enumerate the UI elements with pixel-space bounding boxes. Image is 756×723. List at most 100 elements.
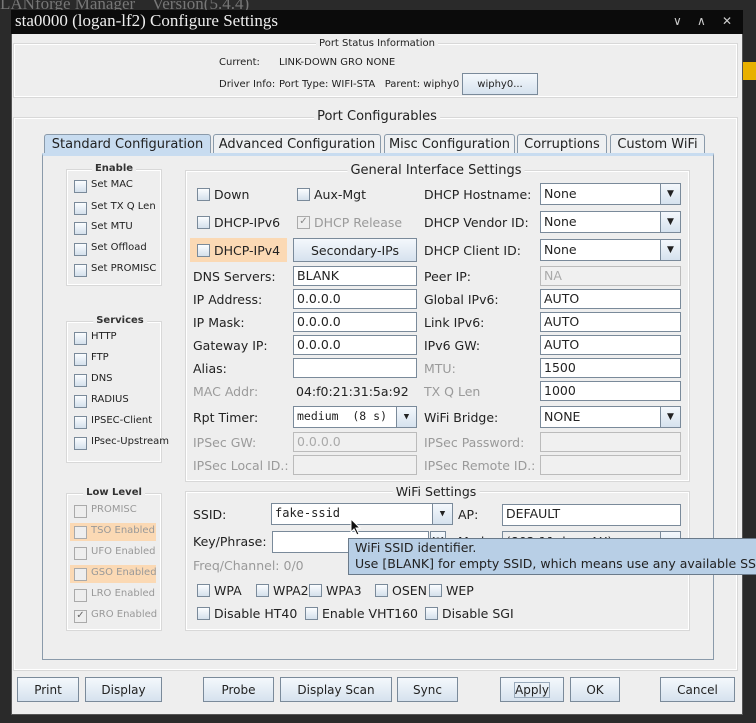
ipsec-client-label: IPSEC-Client <box>91 415 153 426</box>
dhcp-hostname-combo[interactable]: None ▼ <box>540 183 681 205</box>
set-mac-checkbox[interactable] <box>74 180 87 193</box>
sync-label: Sync <box>413 682 442 697</box>
ftp-checkbox[interactable] <box>74 353 87 366</box>
probe-label: Probe <box>221 682 256 697</box>
wpa-checkbox[interactable] <box>197 584 210 597</box>
ok-button[interactable]: OK <box>570 677 620 702</box>
wpa3-checkbox[interactable] <box>309 584 322 597</box>
wpa3-label: WPA3 <box>326 583 362 598</box>
radius-label: RADIUS <box>91 394 129 405</box>
http-checkbox[interactable] <box>74 332 87 345</box>
down-label: Down <box>214 187 250 202</box>
probe-button[interactable]: Probe <box>203 677 274 702</box>
gso-enabled-checkbox[interactable] <box>74 568 87 581</box>
ip-field[interactable]: 0.0.0.0 <box>293 289 417 309</box>
mask-label: IP Mask: <box>193 315 245 330</box>
dhcp-release-checkbox[interactable]: ✓ <box>297 216 310 229</box>
title-bar[interactable]: sta0000 (logan-lf2) Configure Settings <box>11 10 743 34</box>
display-button[interactable]: Display <box>85 677 162 702</box>
tab-custom-wifi[interactable]: Custom WiFi <box>610 134 705 153</box>
chevron-down-icon[interactable]: ▼ <box>396 407 416 427</box>
down-checkbox[interactable] <box>197 188 210 201</box>
set-tx-q-len-label: Set TX Q Len <box>91 201 156 212</box>
ipv6-gw-field[interactable]: AUTO <box>540 335 681 355</box>
driver-info-value: Port Type: WIFI-STA Parent: wiphy0 <box>279 79 460 90</box>
aux-mgt-checkbox[interactable] <box>297 188 310 201</box>
wep-checkbox[interactable] <box>429 584 442 597</box>
ipsec-client-checkbox[interactable] <box>74 416 87 429</box>
disable-sgi-checkbox[interactable] <box>425 607 438 620</box>
background-app-badge <box>743 62 756 80</box>
dhcp-vendor-label: DHCP Vendor ID: <box>424 215 529 230</box>
chevron-down-icon[interactable]: ▼ <box>660 407 680 427</box>
dhcp-ipv6-checkbox[interactable] <box>197 216 210 229</box>
bridge-combo[interactable]: NONE ▼ <box>540 406 681 428</box>
cancel-label: Cancel <box>677 682 718 697</box>
promisc-checkbox[interactable] <box>74 505 87 518</box>
mtu-field[interactable]: 1500 <box>540 358 681 378</box>
gso-enabled-label: GSO Enabled <box>91 567 157 578</box>
cancel-button[interactable]: Cancel <box>660 677 735 702</box>
lro-enabled-checkbox[interactable] <box>74 589 87 602</box>
wpa2-checkbox[interactable] <box>256 584 269 597</box>
set-mtu-checkbox[interactable] <box>74 222 87 235</box>
ipsec-remote-field <box>540 455 681 475</box>
close-icon[interactable]: ✕ <box>722 14 732 28</box>
secondary-ips-button[interactable]: Secondary-IPs <box>293 238 417 262</box>
display-scan-button[interactable]: Display Scan <box>280 677 392 702</box>
wiphy-button[interactable]: wiphy0... <box>462 73 538 95</box>
tso-enabled-label: TSO Enabled <box>91 525 155 536</box>
dhcp-client-combo[interactable]: None ▼ <box>540 239 681 261</box>
txq-label: TX Q Len <box>424 384 481 399</box>
ufo-enabled-checkbox[interactable] <box>74 547 87 560</box>
dhcp-ipv4-checkbox[interactable] <box>197 244 210 257</box>
radius-checkbox[interactable] <box>74 395 87 408</box>
set-promisc-checkbox[interactable] <box>74 264 87 277</box>
tab-standard-configuration[interactable]: Standard Configuration <box>44 134 211 154</box>
lro-enabled-label: LRO Enabled <box>91 588 155 599</box>
link-ipv6-field[interactable]: AUTO <box>540 312 681 332</box>
sync-button[interactable]: Sync <box>397 677 458 702</box>
ap-field[interactable]: DEFAULT <box>502 504 681 526</box>
chevron-down-icon[interactable]: ▼ <box>432 504 452 524</box>
tso-enabled-checkbox[interactable] <box>74 526 87 539</box>
bridge-value: NONE <box>544 409 581 424</box>
ipsec-upstream-checkbox[interactable] <box>74 437 87 450</box>
apply-button[interactable]: Apply <box>500 677 564 702</box>
rpt-combo[interactable]: medium (8 s) ▼ <box>293 406 417 428</box>
ipsec-local-label: IPSec Local ID.: <box>193 458 289 473</box>
ipsec-local-field <box>293 455 417 475</box>
dns-checkbox[interactable] <box>74 374 87 387</box>
mask-field[interactable]: 0.0.0.0 <box>293 312 417 332</box>
print-button[interactable]: Print <box>17 677 79 702</box>
set-offload-checkbox[interactable] <box>74 243 87 256</box>
chevron-down-icon[interactable]: ▼ <box>660 240 680 260</box>
tab-corruptions[interactable]: Corruptions <box>517 134 607 153</box>
chevron-down-icon[interactable]: ▼ <box>660 212 680 232</box>
set-offload-label: Set Offload <box>91 242 147 253</box>
txq-field[interactable]: 1000 <box>540 381 681 401</box>
ssid-combo[interactable]: fake-ssid ▼ <box>271 503 453 525</box>
enable-vht160-checkbox[interactable] <box>305 607 318 620</box>
gro-enabled-checkbox[interactable]: ✓ <box>74 610 87 623</box>
set-tx-q-len-checkbox[interactable] <box>74 202 87 215</box>
chevron-down-icon[interactable]: ▼ <box>660 184 680 204</box>
chevron-up-icon[interactable]: ∧ <box>697 14 706 28</box>
global-ipv6-field[interactable]: AUTO <box>540 289 681 309</box>
alias-field[interactable] <box>293 358 417 378</box>
tab-misc-configuration[interactable]: Misc Configuration <box>384 134 515 153</box>
dns-field[interactable]: BLANK <box>293 266 417 286</box>
promisc-label: PROMISC <box>91 504 137 515</box>
tab-advanced-configuration[interactable]: Advanced Configuration <box>213 134 381 153</box>
chevron-down-icon[interactable]: ∨ <box>673 14 682 28</box>
general-settings-title: General Interface Settings <box>347 163 525 178</box>
gw-field[interactable]: 0.0.0.0 <box>293 335 417 355</box>
disable-ht40-checkbox[interactable] <box>197 607 210 620</box>
ap-label: AP: <box>458 507 479 522</box>
osen-checkbox[interactable] <box>375 584 388 597</box>
rpt-value: medium (8 s) <box>297 409 388 423</box>
dhcp-ipv6-label: DHCP-IPv6 <box>214 215 281 230</box>
ipv6-gw-label: IPv6 GW: <box>424 338 481 353</box>
wpa2-label: WPA2 <box>273 583 309 598</box>
dhcp-vendor-combo[interactable]: None ▼ <box>540 211 681 233</box>
